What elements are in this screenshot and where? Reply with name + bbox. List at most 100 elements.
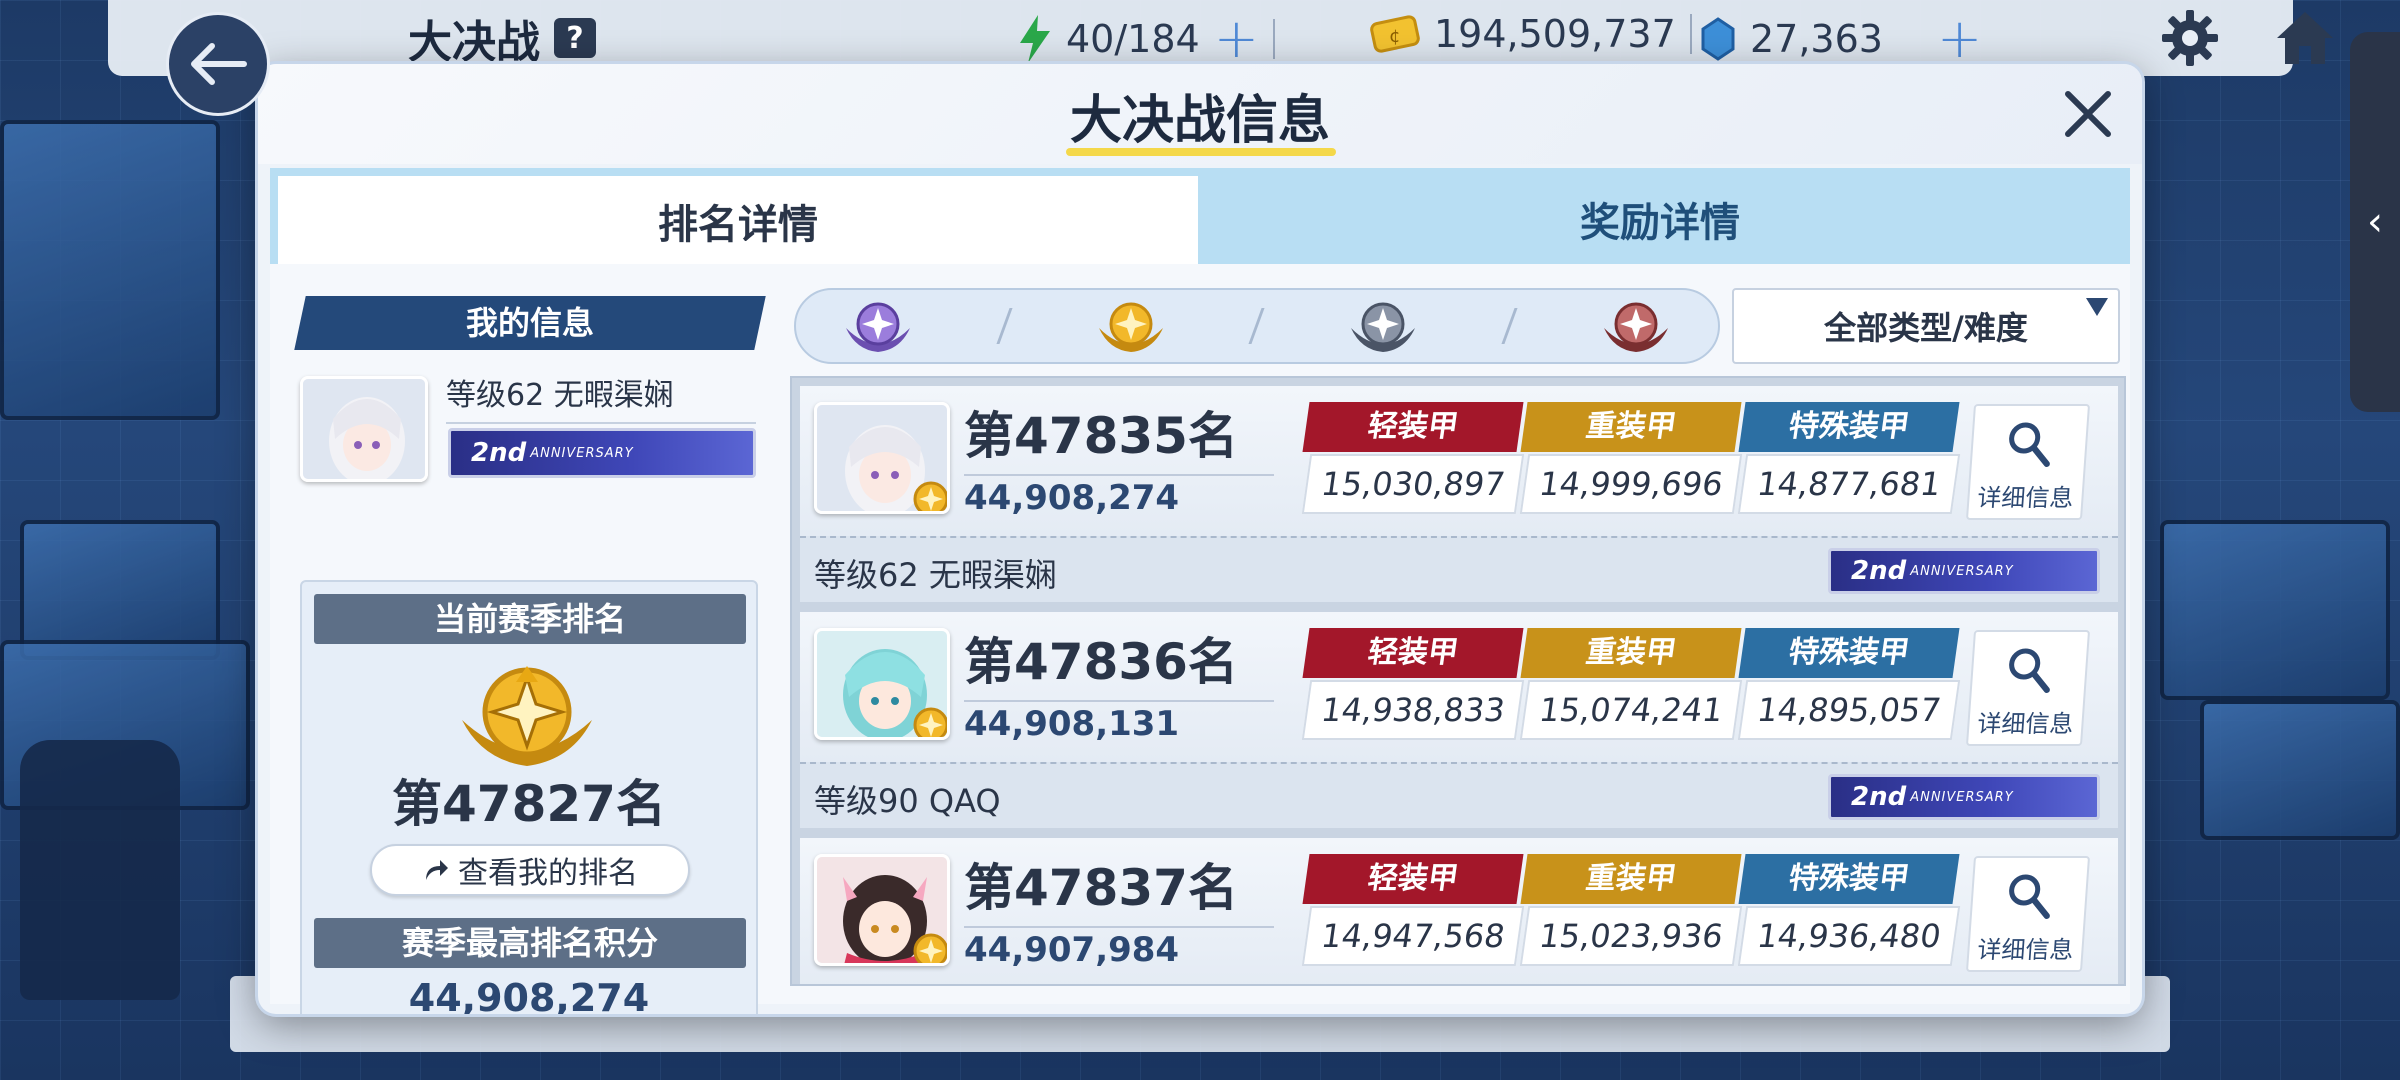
side-drawer-tab[interactable]: ‹ xyxy=(2350,32,2400,412)
current-rank-label: 当前赛季排名 xyxy=(314,594,746,644)
heavy-armor-score: 重装甲 14,999,696 xyxy=(1519,402,1743,514)
ranking-row-subline: 等级62 无暇渠娴 2nd ANNIVERSARY xyxy=(800,536,2118,602)
divider xyxy=(996,308,1013,344)
ranking-row: 第47837名 44,907,984 轻装甲 14,947,568 重装甲 15… xyxy=(800,838,2118,984)
dialog-tabs: 排名详情 奖励详情 xyxy=(270,168,2130,266)
view-my-rank-button[interactable]: 查看我的排名 xyxy=(370,844,690,896)
type-difficulty-select[interactable]: 全部类型/难度 xyxy=(1732,288,2120,364)
filter-purple-emblem[interactable] xyxy=(838,296,918,356)
filter-bronze-emblem[interactable] xyxy=(1596,296,1676,356)
light-armor-value: 14,938,833 xyxy=(1301,680,1525,740)
credit-coin-icon: ¢ xyxy=(1370,15,1420,53)
detail-info-button[interactable]: 详细信息 xyxy=(1965,404,2091,520)
back-button[interactable] xyxy=(166,12,270,116)
light-armor-score: 轻装甲 15,030,897 xyxy=(1301,402,1525,514)
credits-resource: ¢ 194,509,737 xyxy=(1370,12,1692,56)
special-armor-value: 14,895,057 xyxy=(1737,680,1961,740)
best-score-label: 赛季最高排名积分 xyxy=(314,918,746,968)
close-icon[interactable] xyxy=(2056,82,2120,146)
ranking-row-subline: 等级90 QAQ 2nd ANNIVERSARY xyxy=(800,762,2118,828)
magnifier-icon xyxy=(2009,648,2050,693)
filter-gold-emblem[interactable] xyxy=(1091,296,1171,356)
special-armor-score: 特殊装甲 14,936,480 xyxy=(1737,854,1961,966)
row-rank: 第47836名 xyxy=(964,622,1274,702)
my-info-header: 我的信息 xyxy=(294,296,766,350)
page-title: 大决战 ? xyxy=(408,6,596,70)
row-rank: 第47835名 xyxy=(964,396,1274,476)
anniversary-badge-big: 2nd xyxy=(471,438,527,468)
special-armor-score: 特殊装甲 14,895,057 xyxy=(1737,628,1961,740)
anniversary-badge-small: ANNIVERSARY xyxy=(1910,789,2014,805)
tab-reward-details[interactable]: 奖励详情 xyxy=(1198,176,2122,262)
purple-rank-emblem-icon xyxy=(846,302,911,352)
rank-details-content: 我的信息 等级62 无暇渠娴 2nd ANNIVERSARY 当前赛季排名 第4… xyxy=(270,264,2130,1014)
row-rank: 第47837名 xyxy=(964,848,1274,928)
anniversary-badge-big: 2nd xyxy=(1851,782,1907,812)
player-avatar xyxy=(814,402,950,514)
ranking-list[interactable]: 第47835名 44,908,274 轻装甲 15,030,897 重装甲 14… xyxy=(790,376,2126,986)
add-stamina-button[interactable]: + xyxy=(1214,12,1259,66)
stamina-resource: 40/184 + xyxy=(1018,12,1275,66)
special-armor-score: 特殊装甲 14,877,681 xyxy=(1737,402,1961,514)
gems-resource: 27,363 + xyxy=(1700,12,1982,66)
light-armor-label: 轻装甲 xyxy=(1302,402,1524,452)
back-arrow-icon xyxy=(191,43,247,85)
row-score: 44,907,984 xyxy=(964,930,1180,970)
anniversary-badge-image: 2nd ANNIVERSARY xyxy=(448,428,756,478)
gems-value: 27,363 xyxy=(1750,17,1883,61)
home-icon[interactable] xyxy=(2273,8,2337,68)
title-underline xyxy=(1066,148,1336,156)
detail-info-label: 详细信息 xyxy=(1976,936,2075,964)
help-icon[interactable]: ? xyxy=(554,18,596,58)
lightning-icon xyxy=(1020,15,1050,63)
special-armor-label: 特殊装甲 xyxy=(1738,402,1960,452)
player-avatar xyxy=(814,628,950,740)
divider xyxy=(1501,308,1518,344)
detail-info-label: 详细信息 xyxy=(1976,710,2075,738)
row-player-name: 等级90 QAQ xyxy=(814,782,1001,820)
tab-rank-details[interactable]: 排名详情 xyxy=(278,176,1198,266)
special-armor-label: 特殊装甲 xyxy=(1738,854,1960,904)
share-arrow-icon xyxy=(426,860,448,880)
anniversary-badge-small: ANNIVERSARY xyxy=(530,445,634,461)
silver-rank-emblem-icon xyxy=(1351,302,1416,352)
heavy-armor-value: 15,074,241 xyxy=(1519,680,1743,740)
add-gems-button[interactable]: + xyxy=(1937,12,1982,66)
anniversary-badge-image: 2nd ANNIVERSARY xyxy=(1828,548,2100,594)
special-armor-label: 特殊装甲 xyxy=(1738,628,1960,678)
light-armor-label: 轻装甲 xyxy=(1302,854,1524,904)
anniversary-badge-big: 2nd xyxy=(1851,556,1907,586)
current-season-box: 当前赛季排名 第47827名 查看我的排名 赛季最高排名积分 44,908,27… xyxy=(300,580,758,1014)
heavy-armor-value: 15,023,936 xyxy=(1519,906,1743,966)
detail-info-label: 详细信息 xyxy=(1976,484,2075,512)
light-armor-score: 轻装甲 14,938,833 xyxy=(1301,628,1525,740)
light-armor-label: 轻装甲 xyxy=(1302,628,1524,678)
anniversary-badge-small: ANNIVERSARY xyxy=(1910,563,2014,579)
credits-value: 194,509,737 xyxy=(1434,12,1676,56)
heavy-armor-label: 重装甲 xyxy=(1520,854,1742,904)
detail-info-button[interactable]: 详细信息 xyxy=(1965,630,2091,746)
bronze-rank-emblem-icon xyxy=(1603,302,1668,352)
detail-info-button[interactable]: 详细信息 xyxy=(1965,856,2091,972)
current-season-rank: 第47827名 xyxy=(392,775,666,833)
ranking-row: 第47836名 44,908,131 轻装甲 14,938,833 重装甲 15… xyxy=(800,612,2118,762)
settings-gear-icon[interactable] xyxy=(2160,8,2220,68)
ranking-row: 第47835名 44,908,274 轻装甲 15,030,897 重装甲 14… xyxy=(800,386,2118,536)
divider xyxy=(1272,19,1275,59)
chevron-left-icon: ‹ xyxy=(2367,199,2383,245)
svg-text:¢: ¢ xyxy=(1389,26,1400,47)
special-armor-value: 14,877,681 xyxy=(1737,454,1961,514)
gem-icon xyxy=(1701,17,1735,61)
page-title-text: 大决战 xyxy=(408,17,540,68)
my-avatar xyxy=(300,376,428,482)
my-info-header-text: 我的信息 xyxy=(465,304,594,342)
light-armor-value: 14,947,568 xyxy=(1301,906,1525,966)
row-player-name: 等级62 无暇渠娴 xyxy=(814,556,1057,594)
filter-silver-emblem[interactable] xyxy=(1343,296,1423,356)
divider xyxy=(1689,14,1692,54)
dialog-title: 大决战信息 xyxy=(1069,91,1330,151)
difficulty-filter-bar xyxy=(794,288,1720,364)
gold-rank-emblem-icon xyxy=(1098,302,1163,352)
light-armor-value: 15,030,897 xyxy=(1301,454,1525,514)
row-score: 44,908,274 xyxy=(964,478,1180,518)
